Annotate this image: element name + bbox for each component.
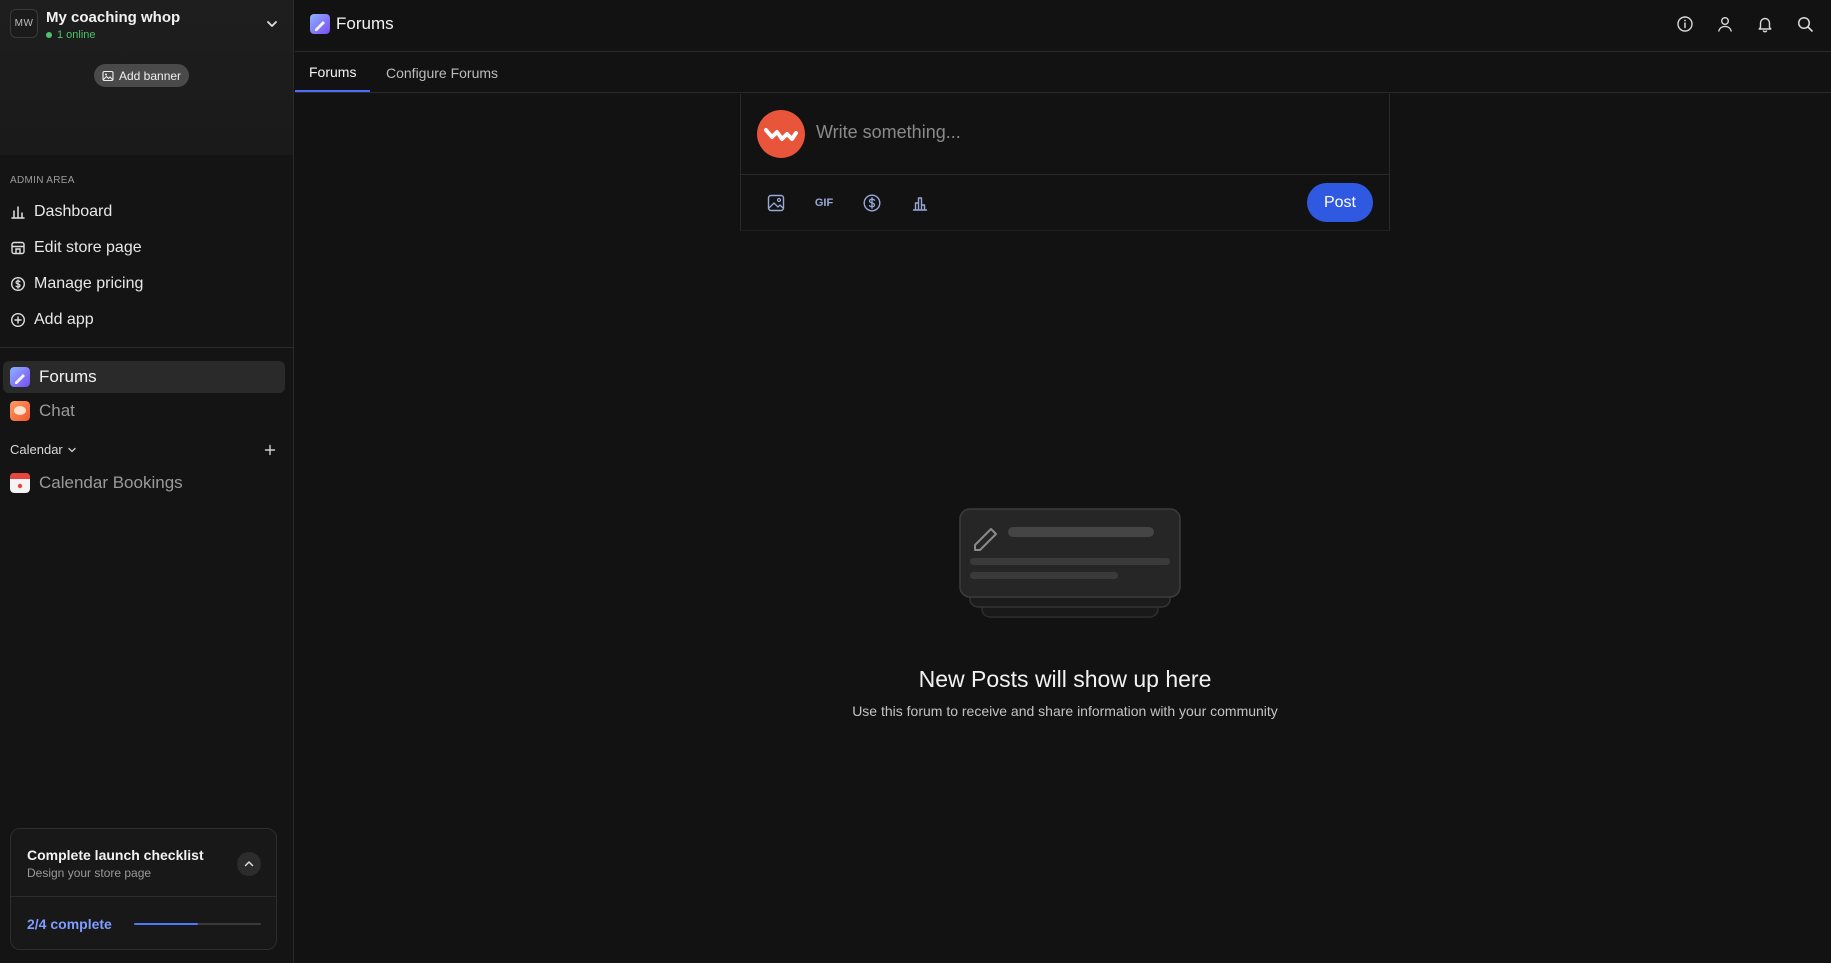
admin-area-label: ADMIN AREA	[10, 175, 75, 186]
user-avatar[interactable]	[757, 110, 805, 158]
plus-circle-icon	[10, 312, 26, 328]
image-upload-button[interactable]	[765, 192, 787, 214]
page-title: Forums	[310, 14, 394, 34]
store-icon	[11, 241, 25, 255]
empty-state-title: New Posts will show up here	[918, 666, 1212, 692]
online-status: 1 online	[46, 29, 96, 41]
chevron-down-icon[interactable]	[262, 14, 282, 34]
online-count: 1 online	[57, 29, 96, 41]
checklist-title: Complete launch checklist	[27, 847, 204, 863]
post-input[interactable]	[816, 122, 1336, 143]
sidebar-item-manage-pricing[interactable]: Manage pricing	[10, 271, 143, 297]
sidebar-item-label: Dashboard	[34, 203, 113, 220]
sidebar-item-label: Manage pricing	[34, 275, 144, 292]
checklist-progress-fill	[134, 923, 198, 925]
add-section-item-button[interactable]	[262, 442, 278, 458]
calendar-section-toggle[interactable]: Calendar	[10, 442, 77, 457]
calendar-section-label: Calendar	[10, 442, 63, 457]
sidebar-item-calendar-bookings[interactable]: Calendar Bookings	[3, 467, 285, 499]
user-icon[interactable]	[1715, 14, 1735, 34]
sidebar-item-label: Forums	[39, 367, 97, 386]
app-root: MW My coaching whop 1 online Add banner …	[0, 0, 1831, 963]
tab-bar: Forums Configure Forums	[295, 53, 1831, 93]
image-icon	[767, 194, 785, 212]
online-dot-icon	[46, 32, 52, 38]
tab-forums[interactable]: Forums	[295, 53, 371, 92]
composer-divider	[741, 174, 1389, 175]
dollar-circle-icon	[10, 276, 26, 292]
page-title-text: Forums	[336, 14, 394, 33]
checklist-collapse-button[interactable]	[237, 852, 261, 876]
gif-button[interactable]: GIF	[813, 192, 835, 214]
dollar-circle-icon	[863, 194, 881, 212]
sidebar-item-dashboard[interactable]: Dashboard	[10, 199, 112, 225]
chevron-up-icon	[244, 861, 254, 867]
sidebar-item-edit-store[interactable]: Edit store page	[10, 235, 142, 261]
search-icon[interactable]	[1795, 14, 1815, 34]
checklist-progress-bar	[134, 923, 261, 925]
checklist-progress-text: 2/4 complete	[27, 916, 112, 932]
workspace-header: MW My coaching whop 1 online Add banner	[0, 0, 293, 155]
plus-icon	[264, 444, 276, 456]
tab-configure-forums[interactable]: Configure Forums	[372, 53, 512, 92]
top-bar: Forums	[295, 0, 1831, 52]
paid-post-button[interactable]	[861, 192, 883, 214]
sidebar: MW My coaching whop 1 online Add banner …	[0, 0, 294, 963]
sidebar-item-add-app[interactable]: Add app	[10, 307, 94, 333]
sidebar-item-label: Add app	[34, 311, 94, 328]
forums-app-icon	[10, 367, 30, 387]
add-banner-button[interactable]: Add banner	[94, 64, 190, 87]
image-icon	[102, 70, 114, 81]
sidebar-item-label: Calendar Bookings	[39, 473, 183, 492]
sidebar-divider	[0, 347, 293, 348]
empty-posts-illustration	[959, 508, 1181, 618]
launch-checklist-card[interactable]: Complete launch checklist Design your st…	[10, 828, 277, 950]
forums-app-icon	[310, 14, 330, 34]
workspace-avatar[interactable]: MW	[10, 9, 38, 38]
empty-state-subtitle: Use this forum to receive and share info…	[852, 703, 1278, 719]
calendar-app-icon	[10, 473, 30, 493]
chat-app-icon	[10, 401, 30, 421]
checklist-subtitle: Design your store page	[27, 866, 152, 880]
checklist-divider	[11, 896, 276, 897]
sidebar-item-label: Chat	[39, 401, 75, 420]
info-icon[interactable]	[1675, 14, 1695, 34]
poll-button[interactable]	[909, 192, 931, 214]
chevron-down-icon	[68, 447, 76, 452]
post-button[interactable]: Post	[1307, 183, 1373, 222]
add-banner-label: Add banner	[119, 68, 182, 83]
bell-icon[interactable]	[1755, 14, 1775, 34]
sidebar-item-forums[interactable]: Forums	[3, 361, 285, 393]
chart-icon	[11, 206, 25, 219]
poll-icon	[913, 197, 927, 211]
workspace-name[interactable]: My coaching whop	[46, 9, 180, 26]
logo-icon	[764, 128, 798, 141]
sidebar-item-chat[interactable]: Chat	[3, 395, 285, 427]
sidebar-item-label: Edit store page	[34, 239, 142, 256]
post-composer: GIF Post	[740, 94, 1390, 231]
